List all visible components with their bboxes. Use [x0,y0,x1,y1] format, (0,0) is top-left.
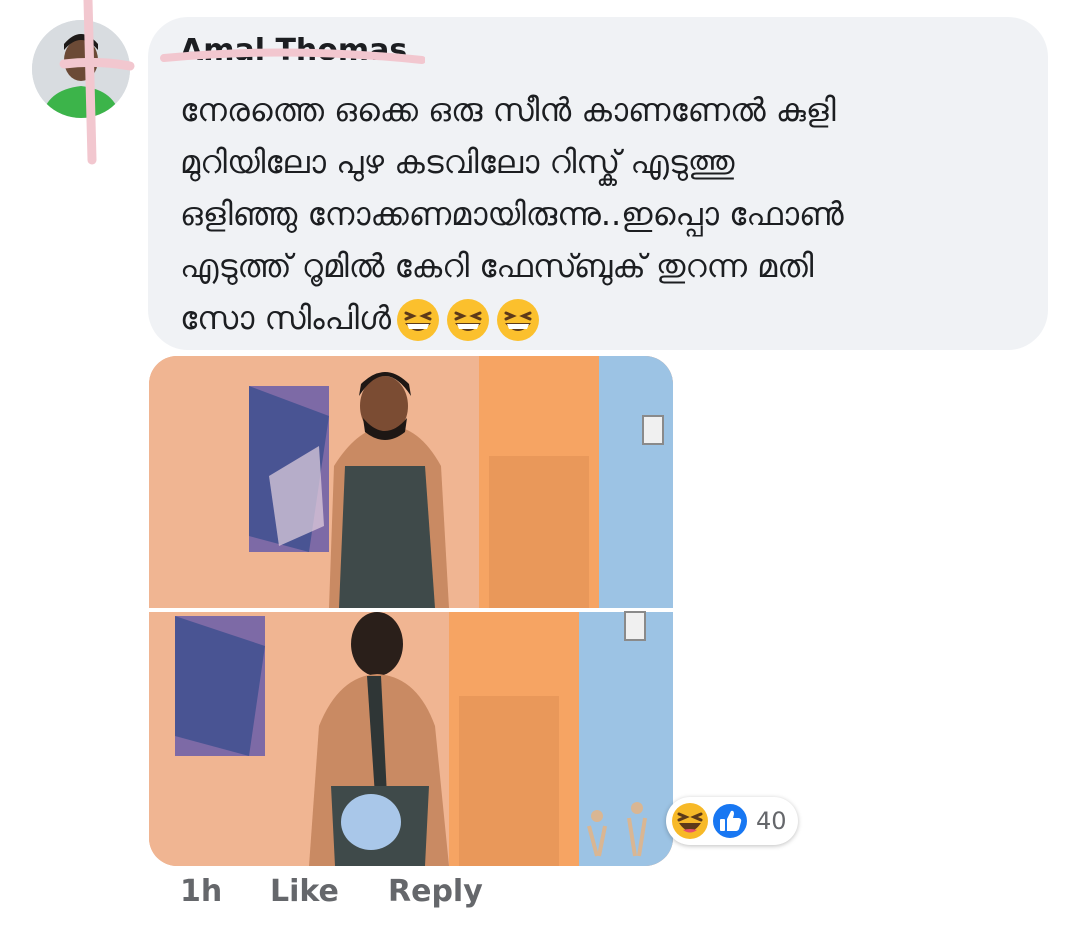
comment-line-text: സോ സിംപിൾ [180,299,392,337]
like-reaction-icon [711,802,749,840]
redaction-cross-mark [59,0,135,165]
comment-thread: Amal Thomas നേരത്തെ ഒക്കെ ഒരു സീൻ കാണണേൽ… [0,0,1080,928]
comment-line: നേരത്തെ ഒക്കെ ഒരു സീൻ കാണണേൽ കുളി [180,91,836,129]
comment-line: ഒളിഞ്ഞു നോക്കണമായിരുന്നു..ഇപ്പൊ ഫോൺ [180,195,844,233]
emoji-group [395,297,541,343]
comment-photo-attachment[interactable] [149,356,673,866]
author-redaction-scribble [160,48,425,64]
reaction-summary[interactable]: 40 [666,797,798,845]
comment-timestamp[interactable]: 1h [180,872,222,912]
reply-button[interactable]: Reply [388,872,483,912]
comment-line: മുറിയിലോ പുഴ കടവിലോ റിസ്ക് എടുത്തു [180,143,735,181]
grinning-squinting-face-icon [447,299,490,341]
comment-line-last: സോ സിംപിൾ [180,292,1030,344]
grinning-squinting-face-icon [497,299,540,341]
comment-body: നേരത്തെ ഒക്കെ ഒരു സീൻ കാണണേൽ കുളി മുറിയി… [180,84,1030,344]
haha-reaction-icon [672,803,708,839]
like-button[interactable]: Like [270,872,339,912]
comment-line: എടുത്ത് റൂമിൽ കേറി ഫേസ്ബുക് തുറന്ന മതി [180,247,814,285]
grinning-squinting-face-icon [397,299,440,341]
reaction-count: 40 [756,807,787,835]
